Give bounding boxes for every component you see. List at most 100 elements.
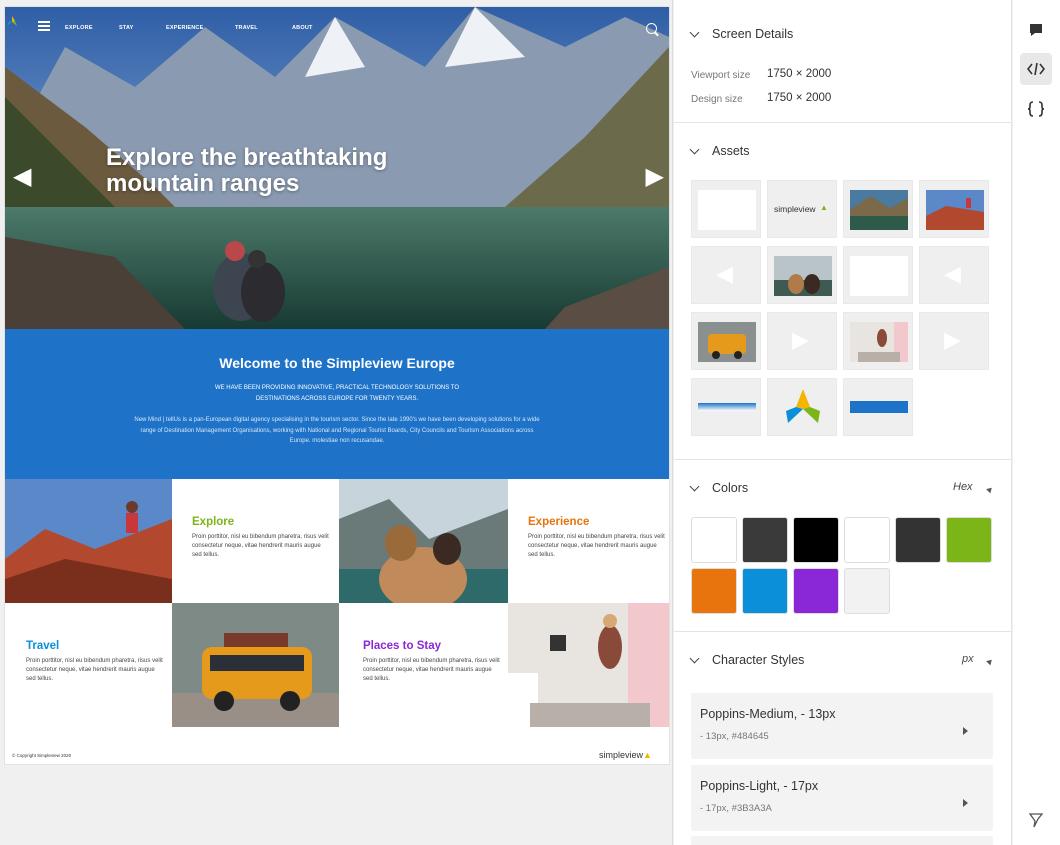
dropdown-caret-icon[interactable] (986, 657, 994, 666)
experience-image[interactable] (339, 479, 508, 603)
welcome-subtitle: WE HAVE BEEN PROVIDING INNOVATIVE, PRACT… (214, 385, 460, 402)
right-toolbar (1013, 0, 1060, 845)
places-to-stay-title: Places to Stay (363, 640, 441, 652)
asset-lake-photo[interactable] (843, 180, 913, 238)
travel-tile[interactable]: Travel Proin porttitor, nisl eu bibendum… (5, 603, 172, 727)
simpleview-logo-icon[interactable] (5, 15, 19, 29)
explore-tile[interactable]: Explore Proin porttitor, nisl eu bibendu… (172, 479, 339, 603)
hero-banner: EXPLORE STAY EXPERIENCE TRAVEL ABOUT ◀ ▶… (5, 7, 669, 329)
footer-logo-text: simpleview (599, 750, 644, 760)
footer-logo[interactable]: simpleview▲ (599, 750, 652, 760)
copyright-text: © Copyright Simpleview 2020 (12, 753, 72, 758)
asset-blue-bar[interactable] (843, 378, 913, 436)
experience-tile[interactable]: Experience Proin porttitor, nisl eu bibe… (508, 479, 669, 603)
hero-title: Explore the breathtaking mountain ranges (106, 144, 388, 197)
search-icon[interactable] (646, 23, 657, 34)
color-swatch[interactable] (742, 517, 788, 563)
arrow-right-icon: ▶ (792, 327, 809, 352)
character-style-meta: - 17px, #3B3A3A (700, 803, 772, 814)
asset-right-arrow-2[interactable]: ▶ (919, 312, 989, 370)
unit-dropdown[interactable]: px (962, 653, 974, 665)
screen-details-title: Screen Details (712, 27, 794, 41)
chevron-down-icon (689, 27, 700, 37)
character-style-item[interactable]: Poppins-Light, - 17px - 17px, #3B3A3A (691, 765, 993, 831)
colors-title: Colors (712, 481, 749, 495)
character-styles-title: Character Styles (712, 653, 805, 667)
nav-stay[interactable]: STAY (119, 25, 134, 31)
character-style-item[interactable] (691, 836, 993, 845)
asset-left-arrow[interactable]: ◀ (691, 246, 761, 304)
inspect-panel: Screen Details Viewport size 1750 × 2000… (674, 0, 1012, 845)
arrow-right-icon: ▶ (944, 327, 961, 352)
travel-image[interactable] (172, 603, 339, 727)
carousel-next-icon[interactable]: ▶ (646, 162, 664, 191)
asset-left-arrow-2[interactable]: ◀ (919, 246, 989, 304)
asset-bedroom-photo[interactable] (843, 312, 913, 370)
color-swatch[interactable] (844, 517, 890, 563)
asset-blue-gradient[interactable] (691, 378, 761, 436)
places-to-stay-text: Proin porttitor, nisl eu bibendum pharet… (363, 658, 500, 682)
places-to-stay-image[interactable] (508, 603, 669, 727)
screen-details-header[interactable]: Screen Details (689, 26, 794, 42)
welcome-title: Welcome to the Simpleview Europe (219, 355, 455, 371)
flag-icon[interactable] (1020, 804, 1052, 836)
asset-girls-photo[interactable] (767, 246, 837, 304)
color-format-dropdown[interactable]: Hex (953, 481, 973, 493)
asset-hiker-photo[interactable] (919, 180, 989, 238)
assets-header[interactable]: Assets (689, 143, 750, 159)
logo-triangle-icon: ▲ (643, 750, 652, 760)
viewport-size-label: Viewport size (691, 70, 751, 81)
nav-about[interactable]: ABOUT (292, 25, 313, 31)
places-to-stay-tile[interactable]: Places to Stay Proin porttitor, nisl eu … (339, 603, 508, 727)
artboard[interactable]: EXPLORE STAY EXPERIENCE TRAVEL ABOUT ◀ ▶… (5, 7, 669, 764)
colors-section: Colors Hex (674, 460, 1012, 632)
color-swatch[interactable] (844, 568, 890, 614)
color-swatch[interactable] (691, 517, 737, 563)
nav-travel[interactable]: TRAVEL (235, 25, 258, 31)
color-swatch[interactable] (946, 517, 992, 563)
character-style-item[interactable]: Poppins-Medium, - 13px - 13px, #484645 (691, 693, 993, 759)
colors-header[interactable]: Colors (689, 480, 749, 496)
viewport-size-value: 1750 × 2000 (767, 68, 832, 80)
character-style-meta: - 13px, #484645 (700, 731, 769, 742)
arrow-left-icon: ◀ (944, 261, 961, 286)
character-styles-section: Character Styles px Poppins-Medium, - 13… (674, 632, 1012, 845)
app-window: EXPLORE STAY EXPERIENCE TRAVEL ABOUT ◀ ▶… (0, 0, 1060, 845)
asset-white-rect-2[interactable] (843, 246, 913, 304)
nav-explore[interactable]: EXPLORE (65, 25, 93, 31)
explore-image[interactable] (5, 479, 172, 603)
chevron-right-icon[interactable] (963, 727, 968, 735)
chevron-right-icon[interactable] (963, 799, 968, 807)
welcome-section: Welcome to the Simpleview Europe WE HAVE… (5, 329, 669, 479)
asset-simpleview-logo[interactable]: simpleview ▲ (767, 180, 837, 238)
design-size-value: 1750 × 2000 (767, 92, 832, 104)
character-styles-header[interactable]: Character Styles (689, 652, 805, 668)
asset-right-arrow[interactable]: ▶ (767, 312, 837, 370)
asset-logo-icon[interactable] (767, 378, 837, 436)
screen-details-section: Screen Details Viewport size 1750 × 2000… (674, 0, 1012, 123)
json-icon[interactable] (1020, 93, 1052, 125)
chevron-down-icon (689, 144, 700, 154)
design-canvas[interactable]: EXPLORE STAY EXPERIENCE TRAVEL ABOUT ◀ ▶… (0, 0, 673, 845)
color-swatch[interactable] (793, 517, 839, 563)
asset-van-photo[interactable] (691, 312, 761, 370)
comment-icon[interactable] (1020, 14, 1052, 46)
asset-white-rect[interactable] (691, 180, 761, 238)
design-size-label: Design size (691, 94, 743, 105)
hamburger-menu-icon[interactable] (38, 21, 50, 31)
chevron-down-icon (689, 653, 700, 663)
logo-triangle-icon: ▲ (820, 203, 828, 212)
experience-title: Experience (528, 516, 590, 528)
color-swatch[interactable] (691, 568, 737, 614)
dropdown-caret-icon[interactable] (986, 485, 994, 494)
character-style-name: Poppins-Light, - 17px (700, 779, 819, 793)
carousel-prev-icon[interactable]: ◀ (13, 162, 31, 191)
code-icon[interactable] (1020, 53, 1052, 85)
color-swatch[interactable] (895, 517, 941, 563)
travel-title: Travel (26, 640, 60, 652)
explore-text: Proin porttitor, nisl eu bibendum pharet… (192, 534, 329, 558)
color-swatch[interactable] (793, 568, 839, 614)
nav-experience[interactable]: EXPERIENCE (166, 25, 203, 31)
character-style-name: Poppins-Medium, - 13px (700, 707, 836, 721)
color-swatch[interactable] (742, 568, 788, 614)
